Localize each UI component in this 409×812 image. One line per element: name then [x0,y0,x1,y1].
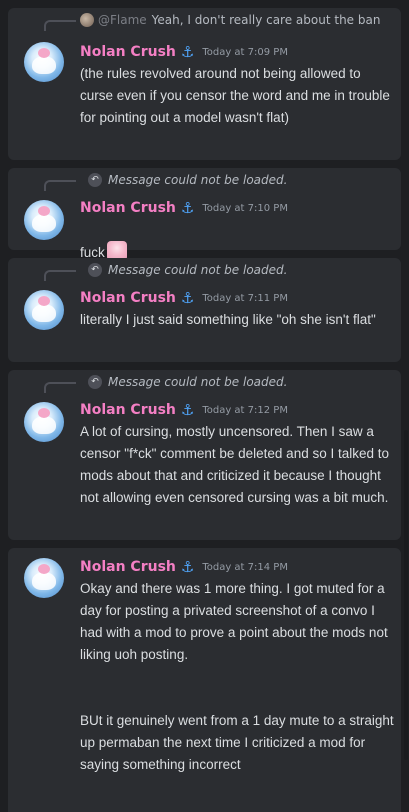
reply-missing-text: Message could not be loaded. [108,173,288,187]
message-card[interactable]: ↶ Message could not be loaded. Nolan Cru… [8,258,401,362]
message-text: (the rules revolved around not being all… [80,66,390,125]
timestamp[interactable]: Today at 7:12 PM [202,405,288,416]
timestamp[interactable]: Today at 7:14 PM [202,562,288,573]
reply-connector [44,270,76,281]
message-text-continued: BUt it genuinely went from a 1 day mute … [80,713,394,772]
reply-arrow-icon: ↶ [88,173,102,187]
message-card[interactable]: @Flame Yeah, I don't really care about t… [8,8,401,160]
author-name[interactable]: Nolan Crush [80,402,176,418]
message-text: A lot of cursing, mostly uncensored. The… [80,424,390,505]
message-header: Nolan Crush ⚓ Today at 7:09 PM [80,42,288,62]
avatar[interactable] [24,290,64,330]
reply-preview: ↶ Message could not be loaded. [88,374,287,390]
message-text: Okay and there was 1 more thing. I got m… [80,581,388,662]
reply-connector [44,20,76,31]
avatar[interactable] [24,200,64,240]
author-name[interactable]: Nolan Crush [80,200,176,216]
message-feed: @Flame Yeah, I don't really care about t… [0,0,409,812]
timestamp[interactable]: Today at 7:09 PM [202,47,288,58]
reply-missing-text: Message could not be loaded. [108,375,288,389]
anchor-icon: ⚓ [180,401,195,419]
message-header: Nolan Crush ⚓ Today at 7:12 PM [80,400,288,420]
author-name[interactable]: Nolan Crush [80,290,176,306]
message-card[interactable]: Nolan Crush ⚓ Today at 7:14 PM Okay and … [8,548,401,812]
reply-author[interactable]: @Flame [98,13,147,27]
anchor-icon: ⚓ [180,43,195,61]
message-card[interactable]: ↶ Message could not be loaded. Nolan Cru… [8,168,401,261]
reply-missing-text: Message could not be loaded. [108,263,288,277]
anchor-icon: ⚓ [180,289,195,307]
timestamp[interactable]: Today at 7:10 PM [202,203,288,214]
reply-preview: ↶ Message could not be loaded. [88,172,287,188]
author-name[interactable]: Nolan Crush [80,559,176,575]
message-header: Nolan Crush ⚓ Today at 7:11 PM [80,288,288,308]
reply-avatar [80,13,94,27]
reply-arrow-icon: ↶ [88,263,102,277]
reply-arrow-icon: ↶ [88,375,102,389]
avatar[interactable] [24,42,64,82]
scrollbar[interactable] [404,430,408,760]
avatar[interactable] [24,558,64,598]
reply-preview: ↶ Message could not be loaded. [88,262,287,278]
anchor-icon: ⚓ [180,199,195,217]
reply-connector [44,180,76,191]
message-header: Nolan Crush ⚓ Today at 7:10 PM [80,198,288,218]
message-card[interactable]: ↶ Message could not be loaded. Nolan Cru… [8,370,401,540]
message-header: Nolan Crush ⚓ Today at 7:14 PM [80,557,288,577]
author-name[interactable]: Nolan Crush [80,44,176,60]
reply-connector [44,382,76,393]
reply-preview[interactable]: @Flame Yeah, I don't really care about t… [80,12,380,28]
avatar[interactable] [24,402,64,442]
anchor-icon: ⚓ [180,558,195,576]
timestamp[interactable]: Today at 7:11 PM [202,293,288,304]
message-text: literally I just said something like "oh… [80,312,376,327]
reply-text[interactable]: Yeah, I don't really care about the ban [152,13,381,27]
